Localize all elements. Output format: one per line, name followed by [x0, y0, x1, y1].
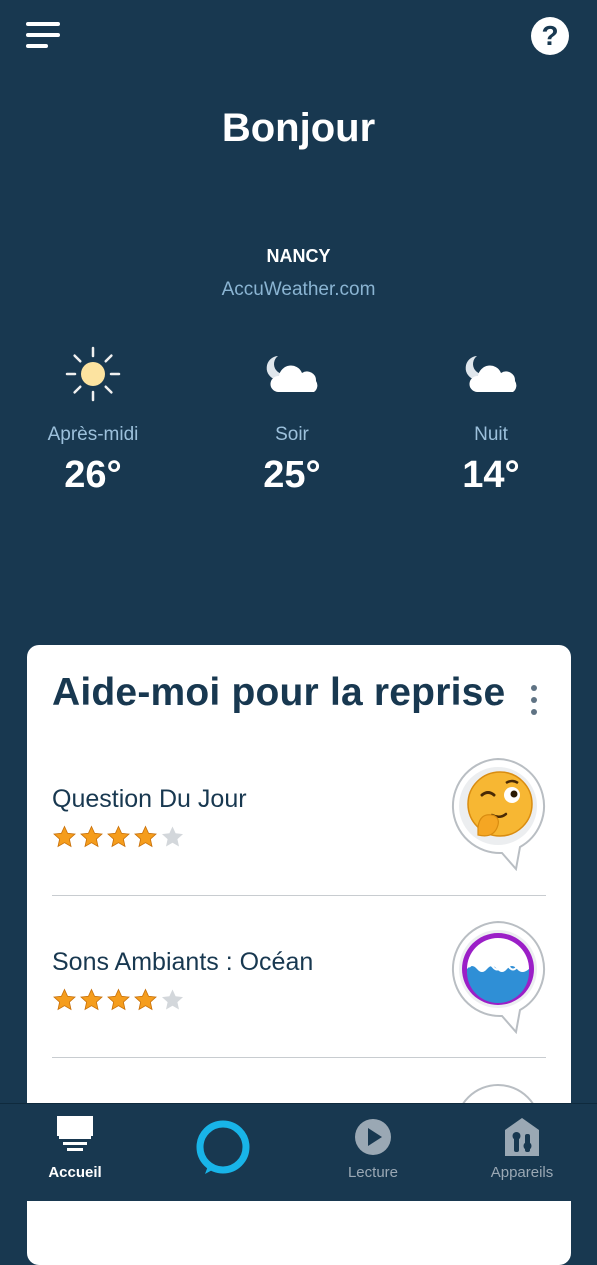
forecast-night: Nuit 14°	[411, 340, 571, 497]
nav-tab-accueil[interactable]: Accueil	[0, 1104, 150, 1201]
divider	[52, 895, 546, 896]
devices-home-icon	[505, 1118, 539, 1156]
nav-tab-lecture[interactable]: Lecture	[298, 1104, 448, 1201]
forecast-period: Après-midi	[47, 424, 139, 445]
skill-rating	[52, 825, 185, 849]
skill-name: Sons Ambiants : Océan	[52, 948, 314, 976]
more-vertical-icon[interactable]	[525, 683, 543, 717]
forecast-temp: 14°	[462, 454, 520, 496]
home-device-icon	[57, 1116, 93, 1151]
alexa-button[interactable]	[148, 1104, 298, 1201]
star-empty-icon	[162, 989, 183, 1010]
nav-label: Accueil	[48, 1164, 102, 1181]
alexa-ring-icon	[196, 1120, 250, 1174]
forecast-period: Soir	[275, 424, 309, 445]
star-filled-icon	[80, 988, 103, 1011]
nav-label: Lecture	[347, 1164, 399, 1181]
moon-cloud-icon	[411, 340, 571, 408]
hamburger-menu-icon[interactable]	[24, 20, 64, 52]
weather-provider-link[interactable]: AccuWeather.com	[0, 279, 597, 301]
star-filled-icon	[134, 825, 157, 848]
skill-name: Question Du Jour	[52, 785, 247, 813]
card-title: Aide-moi pour la reprise	[52, 671, 506, 714]
star-empty-icon	[162, 826, 183, 847]
greeting-title: Bonjour	[221, 106, 376, 150]
forecast-afternoon: Après-midi 26°	[13, 340, 173, 497]
star-filled-icon	[134, 988, 157, 1011]
star-filled-icon	[53, 825, 76, 848]
forecast-evening: Soir 25°	[212, 340, 372, 497]
skill-rating	[52, 988, 185, 1012]
star-filled-icon	[80, 825, 103, 848]
sun-icon	[13, 340, 173, 408]
moon-cloud-icon	[212, 340, 372, 408]
bottom-navigation: Accueil Lecture Appareils	[0, 1103, 597, 1201]
play-icon	[355, 1119, 391, 1155]
star-filled-icon	[107, 825, 130, 848]
question-mark-icon[interactable]: ?	[531, 17, 569, 55]
thinking-emoji-skill-icon	[448, 757, 548, 872]
weather-city: NANCY	[266, 246, 331, 266]
forecast-temp: 25°	[263, 454, 321, 496]
nav-tab-appareils[interactable]: Appareils	[447, 1104, 597, 1201]
divider	[52, 1057, 546, 1058]
nav-label: Appareils	[490, 1164, 554, 1181]
ocean-waves-skill-icon	[448, 920, 548, 1035]
star-filled-icon	[53, 988, 76, 1011]
star-filled-icon	[107, 988, 130, 1011]
forecast-temp: 26°	[64, 454, 122, 496]
forecast-period: Nuit	[474, 424, 508, 445]
